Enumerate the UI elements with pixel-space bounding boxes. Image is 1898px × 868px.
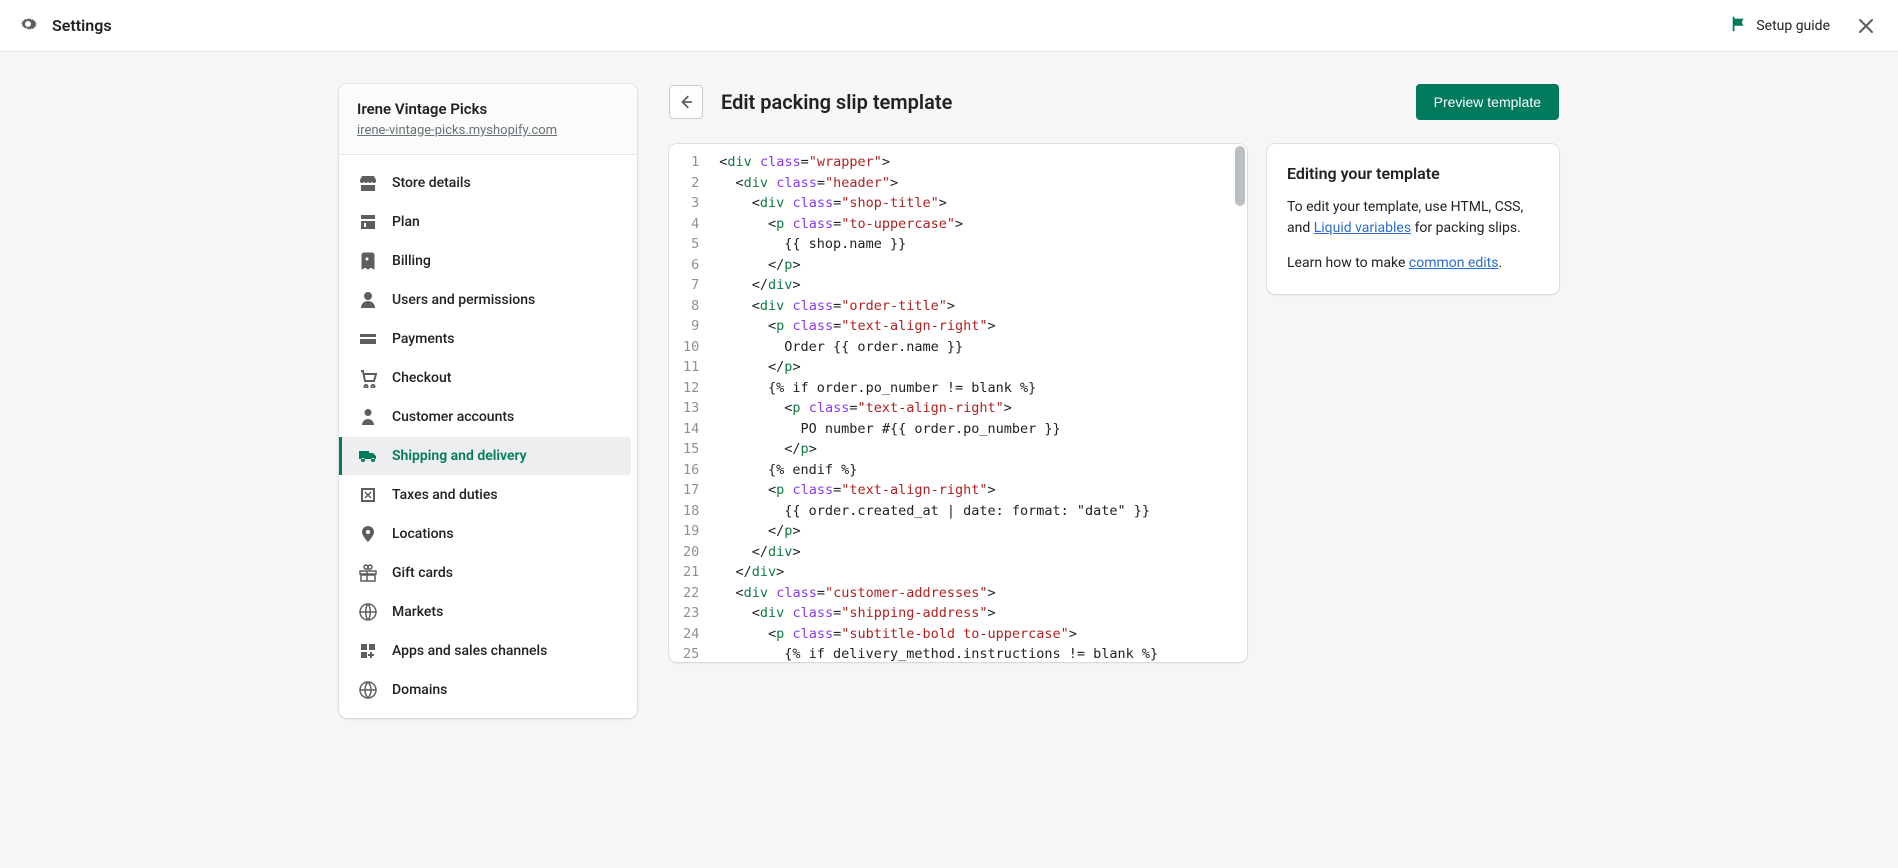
sidebar-item-label: Plan [392, 214, 420, 230]
preview-template-button[interactable]: Preview template [1416, 84, 1559, 120]
help-text-2: Learn how to make common edits. [1287, 253, 1539, 274]
users-icon [358, 290, 378, 310]
sidebar-item-label: Shipping and delivery [392, 448, 527, 464]
help-card: Editing your template To edit your templ… [1267, 144, 1559, 294]
sidebar-item-apps-and-sales-channels[interactable]: Apps and sales channels [339, 632, 631, 670]
sidebar-item-label: Apps and sales channels [392, 643, 547, 659]
sidebar-item-locations[interactable]: Locations [339, 515, 631, 553]
sidebar-item-label: Taxes and duties [392, 487, 498, 503]
locations-icon [358, 524, 378, 544]
store-icon [358, 173, 378, 193]
domains-icon [358, 680, 378, 700]
line-gutter: 1234567891011121314151617181920212223242… [669, 144, 709, 662]
sidebar-item-label: Markets [392, 604, 443, 620]
customer-icon [358, 407, 378, 427]
sidebar-item-label: Billing [392, 253, 431, 269]
gift-icon [358, 563, 378, 583]
setup-guide-link[interactable]: Setup guide [1730, 15, 1830, 37]
sidebar-item-label: Gift cards [392, 565, 453, 581]
code-editor[interactable]: 1234567891011121314151617181920212223242… [669, 144, 1247, 662]
liquid-variables-link[interactable]: Liquid variables [1314, 220, 1411, 236]
sidebar-item-label: Customer accounts [392, 409, 514, 425]
sidebar-item-gift-cards[interactable]: Gift cards [339, 554, 631, 592]
checkout-icon [358, 368, 378, 388]
sidebar-item-payments[interactable]: Payments [339, 320, 631, 358]
sidebar-item-label: Locations [392, 526, 454, 542]
sidebar-item-label: Checkout [392, 370, 451, 386]
sidebar-item-label: Users and permissions [392, 292, 535, 308]
markets-icon [358, 602, 378, 622]
page-title: Edit packing slip template [721, 90, 952, 114]
topbar: Settings Setup guide [0, 0, 1898, 52]
page-header: Edit packing slip template Preview templ… [669, 84, 1559, 120]
sidebar-item-shipping-and-delivery[interactable]: Shipping and delivery [339, 437, 631, 475]
billing-icon [358, 251, 378, 271]
sidebar-item-label: Domains [392, 682, 447, 698]
sidebar-item-label: Store details [392, 175, 471, 191]
sidebar-item-taxes-and-duties[interactable]: Taxes and duties [339, 476, 631, 514]
shipping-icon [358, 446, 378, 466]
sidebar-item-customer-accounts[interactable]: Customer accounts [339, 398, 631, 436]
sidebar-item-domains[interactable]: Domains [339, 671, 631, 709]
apps-icon [358, 641, 378, 661]
sidebar-item-billing[interactable]: Billing [339, 242, 631, 280]
sidebar-item-label: Payments [392, 331, 455, 347]
sidebar-header: Irene Vintage Picks irene-vintage-picks.… [339, 84, 637, 155]
sidebar-item-checkout[interactable]: Checkout [339, 359, 631, 397]
back-button[interactable] [669, 85, 703, 119]
payments-icon [358, 329, 378, 349]
sidebar-item-markets[interactable]: Markets [339, 593, 631, 631]
sidebar-item-store-details[interactable]: Store details [339, 164, 631, 202]
nav-list: Store details Plan Billing Users and permis… [339, 155, 637, 718]
gear-icon [18, 14, 38, 38]
help-title: Editing your template [1287, 164, 1539, 183]
page-context-title: Settings [52, 16, 112, 35]
plan-icon [358, 212, 378, 232]
scrollbar[interactable] [1235, 146, 1245, 660]
settings-sidebar: Irene Vintage Picks irene-vintage-picks.… [339, 84, 637, 718]
taxes-icon [358, 485, 378, 505]
common-edits-link[interactable]: common edits [1409, 255, 1499, 271]
store-name: Irene Vintage Picks [357, 100, 619, 118]
flag-icon [1730, 15, 1748, 37]
store-url-link[interactable]: irene-vintage-picks.myshopify.com [357, 123, 557, 138]
main-content: Edit packing slip template Preview templ… [669, 84, 1559, 718]
sidebar-item-plan[interactable]: Plan [339, 203, 631, 241]
code-content[interactable]: <div class="wrapper"> <div class="header… [709, 144, 1168, 662]
code-editor-card: 1234567891011121314151617181920212223242… [669, 144, 1247, 662]
help-text-1: To edit your template, use HTML, CSS, an… [1287, 197, 1539, 239]
sidebar-item-users-and-permissions[interactable]: Users and permissions [339, 281, 631, 319]
setup-guide-label: Setup guide [1756, 18, 1830, 34]
close-button[interactable] [1852, 12, 1880, 40]
